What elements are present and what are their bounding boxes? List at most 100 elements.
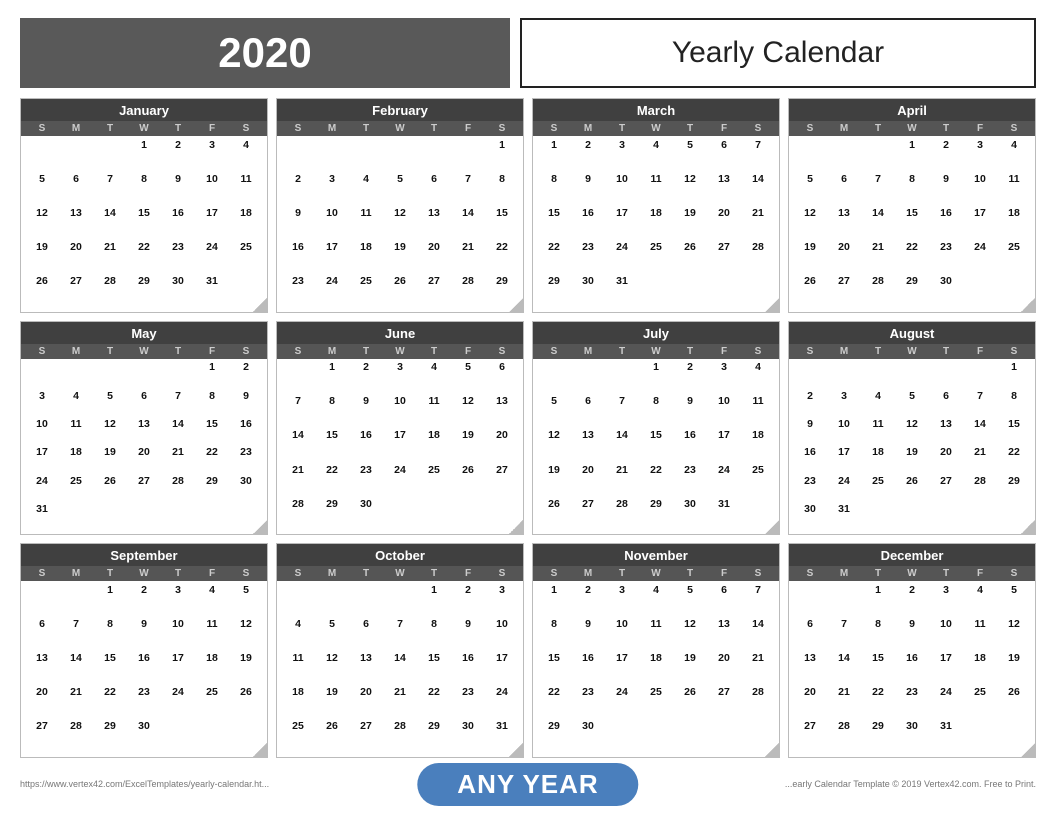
days-grid: 1234567891011121314151617181920212223242… — [533, 136, 779, 312]
dow-cell: S — [25, 346, 59, 357]
day-cell: 13 — [827, 205, 861, 239]
dow-cell: W — [639, 123, 673, 134]
day-cell: 20 — [793, 685, 827, 719]
day-cell: 27 — [827, 274, 861, 308]
dow-cell: W — [639, 568, 673, 579]
day-cell: 22 — [195, 445, 229, 473]
day-cell: 17 — [161, 651, 195, 685]
dow-cell: S — [229, 123, 263, 134]
day-cell: 7 — [281, 394, 315, 428]
day-cell: 8 — [93, 616, 127, 650]
day-cell: 27 — [485, 462, 519, 496]
dow-cell: M — [59, 568, 93, 579]
day-cell: 13 — [707, 171, 741, 205]
month-name: June — [277, 322, 523, 344]
day-cell: 27 — [127, 473, 161, 501]
day-cell: 1 — [639, 360, 673, 394]
dow-cell: M — [315, 346, 349, 357]
day-cell: 18 — [997, 205, 1031, 239]
dow-cell: T — [929, 123, 963, 134]
empty-day — [417, 137, 451, 171]
day-cell: 31 — [707, 496, 741, 530]
day-cell: 30 — [349, 496, 383, 530]
day-cell: 11 — [741, 394, 775, 428]
day-cell: 29 — [537, 274, 571, 308]
day-cell: 12 — [383, 205, 417, 239]
day-cell: 28 — [963, 473, 997, 501]
dow-cell: S — [793, 123, 827, 134]
days-grid: 1234567891011121314151617181920212223242… — [789, 136, 1035, 312]
day-cell: 1 — [195, 360, 229, 388]
day-cell: 14 — [93, 205, 127, 239]
day-cell: 22 — [895, 239, 929, 273]
day-cell: 22 — [537, 685, 571, 719]
dow-cell: W — [127, 123, 161, 134]
day-cell: 22 — [485, 239, 519, 273]
day-cell: 14 — [861, 205, 895, 239]
day-cell: 15 — [861, 651, 895, 685]
day-cell: 31 — [827, 502, 861, 530]
day-cell: 23 — [571, 685, 605, 719]
day-cell: 12 — [451, 394, 485, 428]
days-grid: 1234567891011121314151617181920212223242… — [21, 136, 267, 312]
day-cell: 28 — [451, 274, 485, 308]
day-cell: 15 — [315, 428, 349, 462]
day-cell: 8 — [485, 171, 519, 205]
day-cell: 28 — [383, 719, 417, 753]
day-cell: 15 — [417, 651, 451, 685]
day-cell: 20 — [929, 445, 963, 473]
month-name: February — [277, 99, 523, 121]
day-cell: 18 — [639, 205, 673, 239]
dow-cell: W — [895, 568, 929, 579]
day-cell: 18 — [861, 445, 895, 473]
day-cell: 24 — [161, 685, 195, 719]
empty-day — [25, 137, 59, 171]
dow-cell: F — [707, 123, 741, 134]
day-cell: 27 — [707, 239, 741, 273]
day-cell: 18 — [281, 685, 315, 719]
dow-cell: T — [605, 568, 639, 579]
day-cell: 25 — [417, 462, 451, 496]
day-cell: 4 — [741, 360, 775, 394]
day-cell: 13 — [929, 417, 963, 445]
day-cell: 23 — [349, 462, 383, 496]
day-cell: 3 — [315, 171, 349, 205]
empty-day — [861, 360, 895, 388]
month-name: May — [21, 322, 267, 344]
day-cell: 9 — [673, 394, 707, 428]
month-name: December — [789, 544, 1035, 566]
day-cell: 17 — [485, 651, 519, 685]
day-cell: 10 — [827, 417, 861, 445]
day-cell: 29 — [315, 496, 349, 530]
day-cell: 14 — [605, 428, 639, 462]
dow-cell: S — [997, 346, 1031, 357]
day-cell: 8 — [861, 616, 895, 650]
day-cell: 29 — [195, 473, 229, 501]
day-cell: 1 — [537, 137, 571, 171]
day-cell: 13 — [485, 394, 519, 428]
day-cell: 28 — [281, 496, 315, 530]
day-cell: 4 — [349, 171, 383, 205]
day-cell: 20 — [571, 462, 605, 496]
day-cell: 8 — [417, 616, 451, 650]
month-name: March — [533, 99, 779, 121]
day-cell: 17 — [605, 651, 639, 685]
day-cell: 12 — [315, 651, 349, 685]
dow-cell: W — [383, 568, 417, 579]
day-cell: 17 — [25, 445, 59, 473]
day-cell: 21 — [281, 462, 315, 496]
day-cell: 12 — [673, 616, 707, 650]
dow-cell: W — [639, 346, 673, 357]
day-cell: 13 — [707, 616, 741, 650]
day-cell: 22 — [861, 685, 895, 719]
day-cell: 11 — [349, 205, 383, 239]
day-cell: 25 — [639, 239, 673, 273]
day-cell: 31 — [929, 719, 963, 753]
empty-day — [929, 360, 963, 388]
dow-cell: S — [281, 346, 315, 357]
day-cell: 29 — [997, 473, 1031, 501]
day-cell: 5 — [229, 582, 263, 616]
day-cell: 3 — [195, 137, 229, 171]
day-cell: 1 — [537, 582, 571, 616]
day-cell: 19 — [93, 445, 127, 473]
